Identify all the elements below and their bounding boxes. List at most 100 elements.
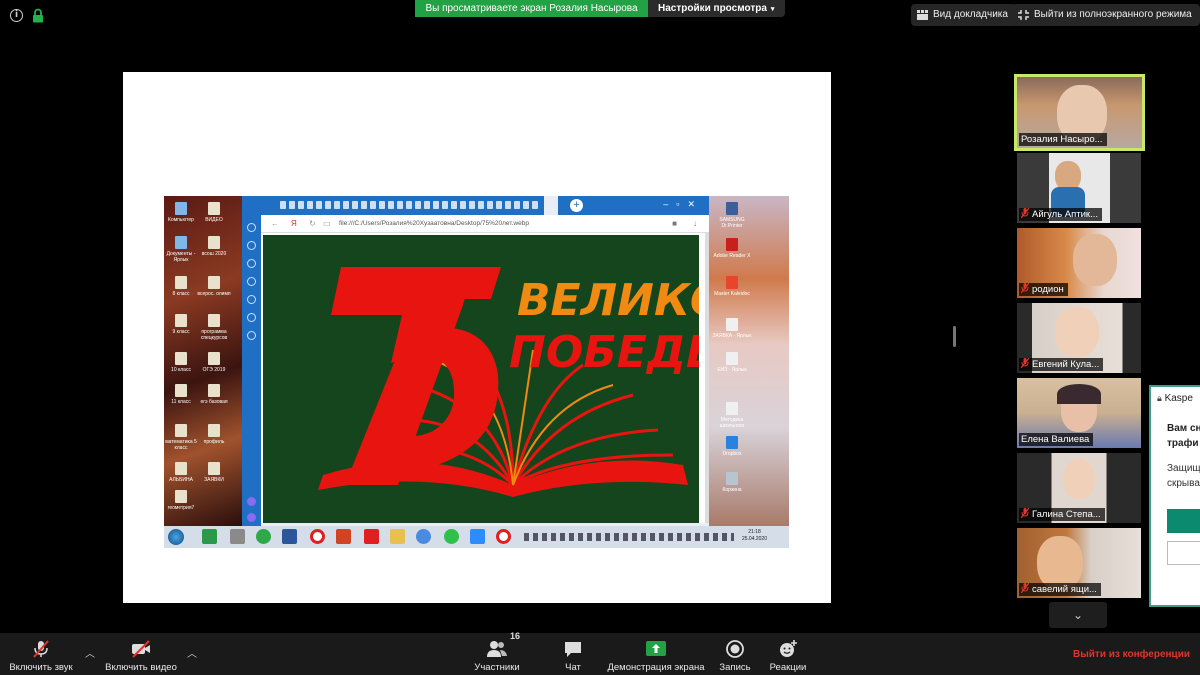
browser-tab[interactable] — [514, 201, 520, 209]
back-arrow-icon[interactable]: ← — [271, 215, 279, 233]
browser-tab[interactable] — [460, 201, 466, 209]
chrome-icon[interactable] — [416, 529, 431, 544]
info-icon[interactable]: i — [10, 9, 23, 22]
yandex-icon[interactable]: Я — [291, 215, 297, 233]
whatsapp-icon[interactable] — [444, 529, 459, 544]
system-tray-icons[interactable] — [524, 533, 734, 541]
exit-fullscreen-button[interactable]: Выйти из полноэкранного режима — [1012, 4, 1200, 26]
sidebar-app-icon[interactable] — [247, 313, 256, 322]
browser-tab[interactable] — [298, 201, 304, 209]
zoom-icon[interactable] — [470, 529, 485, 544]
desktop-icon[interactable]: Master Kaleidoc — [712, 276, 752, 297]
share-screen-button[interactable]: Демонстрация экрана — [604, 633, 708, 675]
view-options-button[interactable]: Настройки просмотра ▾ — [648, 0, 785, 17]
desktop-icon[interactable]: Dropbox — [712, 436, 752, 457]
browser-tab[interactable] — [280, 201, 286, 209]
desktop-icon[interactable]: геометрия7 — [164, 490, 201, 511]
browser-tab[interactable] — [442, 201, 448, 209]
browser-tab[interactable] — [379, 201, 385, 209]
scroll-participants-down-button[interactable]: ⌄ — [1049, 602, 1107, 628]
taskbar-app-icon[interactable] — [202, 529, 217, 544]
desktop-icon[interactable]: ОГЭ 2019 — [194, 352, 234, 373]
video-options-chevron-up-icon[interactable]: ︿ — [187, 645, 197, 660]
kaspersky-secondary-button[interactable] — [1167, 541, 1200, 565]
browser-tab[interactable] — [451, 201, 457, 209]
bookmark-icon[interactable]: ■ — [672, 215, 677, 233]
browser-tab[interactable] — [532, 201, 538, 209]
yandex-icon[interactable] — [364, 529, 379, 544]
desktop-icon[interactable]: ЗАЯВКА - Ярлык — [712, 318, 752, 339]
participants-button[interactable]: 16 Участники — [470, 631, 524, 675]
yandex-browser-icon[interactable] — [496, 529, 511, 544]
sidebar-app-icon[interactable] — [247, 331, 256, 340]
chat-button[interactable]: Чат — [556, 633, 590, 675]
browser-tab[interactable] — [433, 201, 439, 209]
participant-tile[interactable]: Елена Валиева — [1017, 378, 1141, 448]
desktop-icon[interactable]: всош 2020 — [194, 236, 234, 257]
address-bar[interactable]: ← Я ↻ ▭ file:///C:/Users/Розалия%20Хузаа… — [261, 215, 709, 233]
browser-tab[interactable] — [505, 201, 511, 209]
sidebar-app-icon[interactable] — [247, 277, 256, 286]
panel-divider-handle[interactable] — [953, 326, 956, 347]
active-browser-tab[interactable] — [544, 196, 558, 215]
browser-tab[interactable] — [424, 201, 430, 209]
desktop-icon[interactable]: всерос. олимп — [194, 276, 234, 297]
browser-tab[interactable] — [316, 201, 322, 209]
browser-tab[interactable] — [487, 201, 493, 209]
desktop-icon[interactable]: ВИДЕО — [194, 202, 234, 223]
sidebar-app-icon[interactable] — [247, 259, 256, 268]
browser-tab[interactable] — [496, 201, 502, 209]
participant-tile[interactable]: Евгений Кула... — [1017, 303, 1141, 373]
browser-scrollbar[interactable] — [705, 233, 709, 523]
explorer-icon[interactable] — [390, 529, 405, 544]
taskbar-clock[interactable]: 21:18 25.04.2020 — [742, 529, 767, 543]
participant-tile[interactable]: родион — [1017, 228, 1141, 298]
browser-tab[interactable] — [370, 201, 376, 209]
sidebar-app-icon[interactable] — [247, 241, 256, 250]
browser-tab-strip[interactable]: + –▫✕ — [242, 196, 709, 215]
sidebar-app-icon[interactable] — [247, 223, 256, 232]
browser-tab[interactable] — [415, 201, 421, 209]
audio-options-chevron-up-icon[interactable]: ︿ — [85, 645, 95, 660]
desktop-icon[interactable]: ЗАЯВКИ — [194, 462, 234, 483]
browser-tab[interactable] — [397, 201, 403, 209]
desktop-icon[interactable]: профиль — [194, 424, 234, 445]
shared-screen[interactable]: Компьютер ВИДЕО Документы - Ярлык всош 2… — [123, 72, 831, 603]
yandex-browser-icon[interactable] — [310, 529, 325, 544]
taskbar-app-icon[interactable] — [256, 529, 271, 544]
taskbar-app-icon[interactable] — [230, 529, 245, 544]
participant-tile[interactable]: савелий ящи... — [1017, 528, 1141, 598]
kaspersky-notification[interactable]: 🔒︎ Kaspe Вам сн трафи Защищ скрыва — [1149, 385, 1200, 607]
powerpoint-icon[interactable] — [336, 529, 351, 544]
browser-tab[interactable] — [289, 201, 295, 209]
kaspersky-primary-button[interactable] — [1167, 509, 1200, 533]
reload-icon[interactable]: ↻ — [309, 215, 316, 233]
browser-tab[interactable] — [523, 201, 529, 209]
download-icon[interactable]: ↓ — [693, 215, 697, 233]
desktop-icon[interactable]: Методика школьного — [712, 402, 752, 429]
desktop-icon[interactable]: Корзина — [712, 472, 752, 493]
lock-icon[interactable] — [31, 8, 45, 23]
start-button-icon[interactable] — [168, 529, 184, 545]
word-icon[interactable] — [282, 529, 297, 544]
participant-tile[interactable]: Розалия Насыро... — [1014, 74, 1145, 151]
browser-tab[interactable] — [325, 201, 331, 209]
alice-assistant-icon[interactable] — [247, 497, 256, 506]
participant-tile[interactable]: Айгуль Аптик... — [1017, 153, 1141, 223]
browser-tab[interactable] — [352, 201, 358, 209]
desktop-icon[interactable]: SAMSUNG Dr.Printer — [712, 202, 752, 229]
browser-tab[interactable] — [478, 201, 484, 209]
reactions-button[interactable]: Реакции — [766, 633, 810, 675]
browser-tab[interactable] — [361, 201, 367, 209]
browser-tab[interactable] — [334, 201, 340, 209]
new-tab-icon[interactable]: + — [570, 199, 583, 212]
desktop-icon[interactable]: ЕИЗ - Ярлык — [712, 352, 752, 373]
start-video-button[interactable]: Включить видео — [102, 633, 180, 675]
browser-tab[interactable] — [343, 201, 349, 209]
browser-tab[interactable] — [469, 201, 475, 209]
speaker-view-button[interactable]: Вид докладчика — [911, 4, 1016, 26]
desktop-icon[interactable]: егэ базовая — [194, 384, 234, 405]
alice-assistant-icon[interactable] — [247, 513, 256, 522]
record-button[interactable]: Запись — [716, 633, 754, 675]
leave-meeting-button[interactable]: Выйти из конференции — [1073, 649, 1190, 660]
